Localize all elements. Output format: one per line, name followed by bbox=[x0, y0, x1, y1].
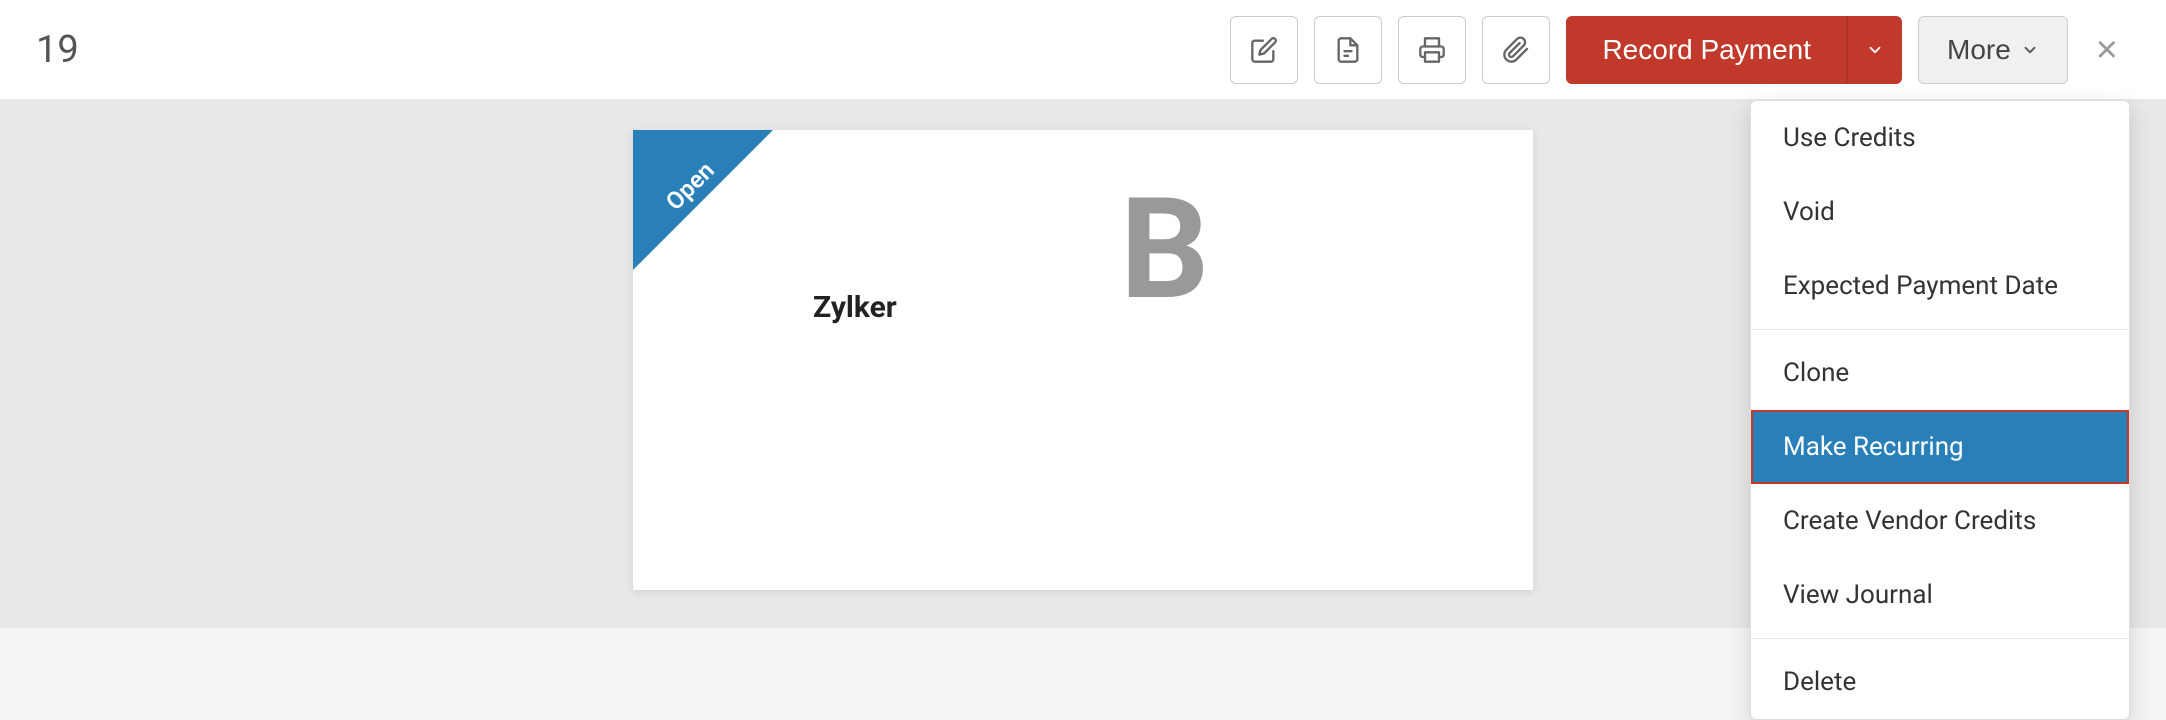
attach-button[interactable] bbox=[1482, 16, 1550, 84]
menu-item-create-vendor-credits[interactable]: Create Vendor Credits bbox=[1751, 484, 2129, 558]
menu-item-expected-payment-date[interactable]: Expected Payment Date bbox=[1751, 249, 2129, 323]
menu-item-clone[interactable]: Clone bbox=[1751, 336, 2129, 410]
page-number: 19 bbox=[36, 28, 79, 72]
attach-icon bbox=[1502, 36, 1530, 64]
record-payment-dropdown-button[interactable] bbox=[1847, 16, 1902, 84]
dropdown-divider-1 bbox=[1751, 329, 2129, 330]
page-container: 19 bbox=[0, 0, 2166, 628]
top-bar: 19 bbox=[0, 0, 2166, 100]
menu-item-delete[interactable]: Delete bbox=[1751, 645, 2129, 719]
menu-item-make-recurring[interactable]: Make Recurring bbox=[1751, 410, 2129, 484]
menu-item-view-journal[interactable]: View Journal bbox=[1751, 558, 2129, 632]
more-button[interactable]: More bbox=[1918, 16, 2068, 84]
more-label: More bbox=[1947, 34, 2011, 66]
document-paper: Open Zylker bbox=[633, 130, 1533, 590]
record-payment-button[interactable]: Record Payment bbox=[1566, 16, 1847, 84]
more-chevron-down-icon bbox=[2021, 41, 2039, 59]
record-payment-btn-group: Record Payment bbox=[1566, 16, 1902, 84]
menu-item-void[interactable]: Void bbox=[1751, 175, 2129, 249]
more-dropdown-menu: Use Credits Void Expected Payment Date C… bbox=[1750, 100, 2130, 720]
menu-item-use-credits[interactable]: Use Credits bbox=[1751, 101, 2129, 175]
status-ribbon-text: Open bbox=[634, 130, 746, 242]
edit-button[interactable] bbox=[1230, 16, 1298, 84]
decorative-b: B bbox=[1120, 180, 1209, 320]
print-icon bbox=[1418, 36, 1446, 64]
dropdown-divider-2 bbox=[1751, 638, 2129, 639]
chevron-down-icon bbox=[1866, 41, 1884, 59]
pdf-button[interactable] bbox=[1314, 16, 1382, 84]
pdf-icon bbox=[1334, 36, 1362, 64]
edit-icon bbox=[1250, 36, 1278, 64]
company-name: Zylker bbox=[813, 290, 897, 325]
print-button[interactable] bbox=[1398, 16, 1466, 84]
top-bar-actions: Record Payment More × bbox=[1230, 16, 2130, 84]
close-button[interactable]: × bbox=[2084, 31, 2130, 69]
